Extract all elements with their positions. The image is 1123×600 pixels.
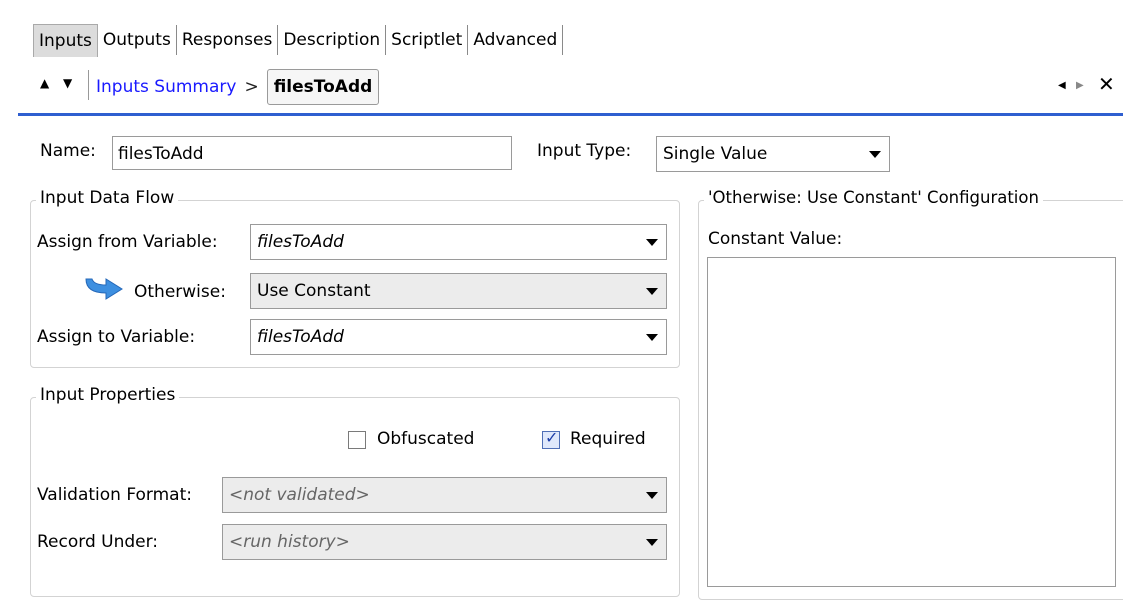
otherwise-select[interactable]: Use Constant (250, 273, 667, 309)
record-under-select[interactable]: <run history> (222, 524, 667, 560)
chevron-down-icon (869, 151, 881, 158)
assign-to-label: Assign to Variable: (37, 327, 196, 347)
triangle-right-icon[interactable]: ▶ (1076, 80, 1084, 91)
breadcrumb-inputs-summary-link[interactable]: Inputs Summary (96, 70, 236, 104)
required-checkbox[interactable] (542, 428, 560, 449)
constant-config-title: 'Otherwise: Use Constant' Configuration (704, 188, 1043, 207)
tab-outputs[interactable]: Outputs (98, 25, 177, 55)
tab-description[interactable]: Description (278, 25, 387, 55)
tab-advanced[interactable]: Advanced (468, 25, 564, 55)
otherwise-value: Use Constant (257, 281, 371, 301)
tab-scriptlet[interactable]: Scriptlet (386, 25, 469, 55)
accent-divider (18, 113, 1123, 116)
close-icon[interactable]: ✕ (1098, 72, 1115, 96)
triangle-down-icon[interactable]: ▼ (63, 76, 72, 90)
input-data-flow-title: Input Data Flow (36, 188, 179, 208)
assign-from-label: Assign from Variable: (37, 232, 218, 252)
obfuscated-checkbox[interactable] (348, 431, 366, 449)
breadcrumb-current: filesToAdd (266, 69, 380, 105)
triangle-up-icon[interactable]: ▲ (40, 76, 49, 90)
validation-format-label: Validation Format: (37, 485, 192, 505)
tab-responses[interactable]: Responses (177, 25, 279, 55)
tab-inputs[interactable]: Inputs (33, 23, 98, 57)
constant-value-textarea[interactable] (707, 257, 1116, 587)
validation-format-select[interactable]: <not validated> (222, 477, 667, 513)
otherwise-label: Otherwise: (134, 282, 226, 302)
triangle-left-icon[interactable]: ◀ (1058, 80, 1066, 91)
obfuscated-label: Obfuscated (377, 429, 475, 449)
assign-to-value: filesToAdd (257, 327, 344, 347)
constant-value-label: Constant Value: (708, 229, 843, 249)
tab-bar: Inputs Outputs Responses Description Scr… (33, 22, 564, 58)
breadcrumb-divider (88, 70, 89, 100)
assign-to-select[interactable]: filesToAdd (250, 319, 667, 355)
chevron-down-icon (646, 539, 658, 546)
chevron-down-icon (646, 492, 658, 499)
required-label: Required (570, 429, 646, 449)
chevron-down-icon (646, 334, 658, 341)
curved-arrow-icon (85, 278, 123, 300)
record-under-value: <run history> (229, 532, 350, 552)
assign-from-select[interactable]: filesToAdd (250, 224, 667, 260)
chevron-down-icon (646, 288, 658, 295)
record-under-label: Record Under: (37, 532, 159, 552)
name-input[interactable]: filesToAdd (112, 136, 512, 170)
breadcrumb: Inputs Summary > filesToAdd (96, 69, 380, 105)
input-type-select[interactable]: Single Value (656, 136, 890, 172)
assign-from-value: filesToAdd (257, 232, 344, 252)
input-properties-title: Input Properties (36, 385, 180, 405)
name-label: Name: (40, 141, 96, 161)
input-type-label: Input Type: (537, 141, 632, 161)
validation-format-value: <not validated> (229, 485, 370, 505)
chevron-down-icon (646, 239, 658, 246)
breadcrumb-separator: > (244, 77, 259, 97)
input-type-value: Single Value (663, 144, 768, 164)
